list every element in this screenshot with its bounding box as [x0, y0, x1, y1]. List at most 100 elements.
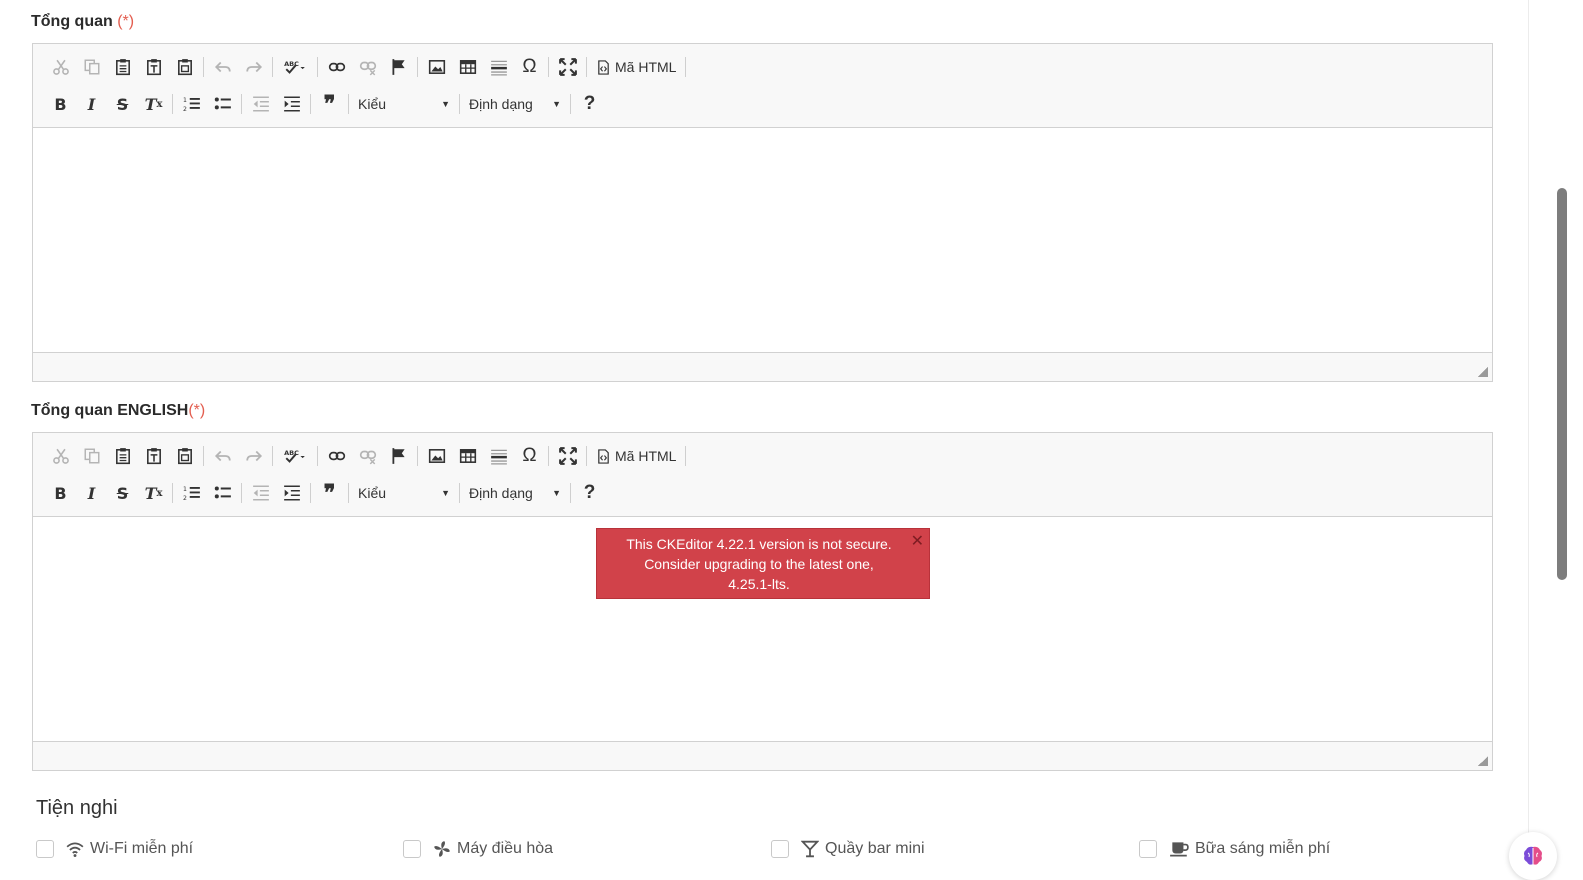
overview-label: Tổng quan (*): [31, 13, 134, 31]
indent-icon[interactable]: [276, 480, 307, 506]
help-icon[interactable]: ?: [574, 91, 605, 117]
italic-icon[interactable]: I: [76, 91, 107, 117]
paste-text-icon[interactable]: [138, 443, 169, 469]
unlink-icon[interactable]: [352, 54, 383, 80]
cut-icon[interactable]: [45, 54, 76, 80]
svg-text:2: 2: [183, 495, 187, 502]
remove-format-icon[interactable]: Tx: [138, 91, 169, 117]
paste-word-icon[interactable]: [169, 443, 200, 469]
overview-label-text: Tổng quan: [31, 13, 113, 30]
toolbar-separator: [241, 483, 242, 503]
format-label: Định dạng: [469, 485, 533, 501]
spellcheck-icon[interactable]: ABC: [276, 443, 314, 469]
anchor-flag-icon[interactable]: [383, 443, 414, 469]
format-dropdown[interactable]: Định dạng ▼: [463, 91, 567, 117]
amenity-checkbox[interactable]: [403, 840, 421, 858]
toolbar-separator: [241, 94, 242, 114]
horizontal-rule-icon[interactable]: [483, 443, 514, 469]
toolbar-separator: [172, 483, 173, 503]
image-icon[interactable]: [421, 443, 452, 469]
source-icon: [598, 59, 609, 75]
maximize-icon[interactable]: [552, 54, 583, 80]
coffee-icon: [1170, 842, 1189, 857]
table-icon[interactable]: [452, 54, 483, 80]
toolbar-separator: [317, 57, 318, 77]
amenity-label: Wi-Fi miễn phí: [90, 840, 194, 857]
amenity-mini-bar[interactable]: Quầy bar mini: [771, 840, 925, 858]
link-icon[interactable]: [321, 54, 352, 80]
source-button[interactable]: Mã HTML: [590, 443, 682, 469]
image-icon[interactable]: [421, 54, 452, 80]
amenity-free-breakfast[interactable]: Bữa sáng miễn phí: [1139, 840, 1330, 858]
amenity-checkbox[interactable]: [1139, 840, 1157, 858]
numbered-list-icon[interactable]: 12: [176, 91, 207, 117]
maximize-icon[interactable]: [552, 443, 583, 469]
styles-label: Kiểu: [358, 485, 387, 501]
italic-icon[interactable]: I: [76, 480, 107, 506]
source-button[interactable]: Mã HTML: [590, 54, 682, 80]
horizontal-rule-icon[interactable]: [483, 54, 514, 80]
toolbar-separator: [570, 483, 571, 503]
amenity-air-conditioner[interactable]: Máy điều hòa: [403, 840, 553, 858]
bold-icon[interactable]: B: [45, 91, 76, 117]
blockquote-icon[interactable]: ❞: [314, 91, 345, 117]
paste-icon[interactable]: [107, 443, 138, 469]
redo-icon[interactable]: [238, 443, 269, 469]
wifi-icon: [66, 842, 84, 857]
anchor-flag-icon[interactable]: [383, 54, 414, 80]
help-icon[interactable]: ?: [574, 480, 605, 506]
toolbar-separator: [548, 446, 549, 466]
chevron-down-icon: ▼: [552, 99, 561, 109]
toolbar-separator: [548, 57, 549, 77]
paste-icon[interactable]: [107, 54, 138, 80]
special-char-icon[interactable]: Ω: [514, 54, 545, 80]
undo-icon[interactable]: [207, 443, 238, 469]
source-icon: [598, 448, 609, 464]
strikethrough-icon[interactable]: S: [107, 91, 138, 117]
styles-dropdown[interactable]: Kiểu ▼: [352, 91, 456, 117]
resize-handle-icon[interactable]: [1478, 367, 1488, 377]
special-char-icon[interactable]: Ω: [514, 443, 545, 469]
toolbar-separator: [417, 57, 418, 77]
toolbar-row-2: B I S Tx 12 ❞ Kiểu ▼ Định dạng ▼ ?: [45, 478, 605, 508]
blockquote-icon[interactable]: ❞: [314, 480, 345, 506]
unlink-icon[interactable]: [352, 443, 383, 469]
indent-icon[interactable]: [276, 91, 307, 117]
amenity-checkbox[interactable]: [36, 840, 54, 858]
toolbar-separator: [685, 446, 687, 466]
assistant-launcher-button[interactable]: [1509, 832, 1557, 880]
outdent-icon[interactable]: [245, 480, 276, 506]
strikethrough-icon[interactable]: S: [107, 480, 138, 506]
resize-handle-icon[interactable]: [1478, 756, 1488, 766]
overview-english-editor-content[interactable]: This CKEditor 4.22.1 version is not secu…: [33, 517, 1492, 741]
redo-icon[interactable]: [238, 54, 269, 80]
link-icon[interactable]: [321, 443, 352, 469]
styles-dropdown[interactable]: Kiểu ▼: [352, 480, 456, 506]
amenity-checkbox[interactable]: [771, 840, 789, 858]
toolbar-separator: [685, 57, 687, 77]
scrollbar-track[interactable]: [1528, 0, 1583, 877]
copy-icon[interactable]: [76, 54, 107, 80]
overview-editor-content[interactable]: [33, 128, 1492, 352]
numbered-list-icon[interactable]: 12: [176, 480, 207, 506]
toolbar-separator: [459, 483, 460, 503]
paste-word-icon[interactable]: [169, 54, 200, 80]
spellcheck-icon[interactable]: ABC: [276, 54, 314, 80]
amenity-free-wifi[interactable]: Wi-Fi miễn phí: [36, 840, 193, 858]
bold-icon[interactable]: B: [45, 480, 76, 506]
scrollbar-thumb[interactable]: [1557, 188, 1567, 580]
toolbar-separator: [348, 483, 349, 503]
table-icon[interactable]: [452, 443, 483, 469]
remove-format-icon[interactable]: Tx: [138, 480, 169, 506]
copy-icon[interactable]: [76, 443, 107, 469]
undo-icon[interactable]: [207, 54, 238, 80]
bulleted-list-icon[interactable]: [207, 480, 238, 506]
bulleted-list-icon[interactable]: [207, 91, 238, 117]
toolbar-separator: [310, 94, 311, 114]
editor-toolbar: ABC Ω Mã HTML B I S Tx 1 2 ❞ Kiểu ▼ Định…: [33, 433, 1492, 517]
outdent-icon[interactable]: [245, 91, 276, 117]
paste-text-icon[interactable]: [138, 54, 169, 80]
close-icon[interactable]: ✕: [911, 532, 924, 552]
format-dropdown[interactable]: Định dạng ▼: [463, 480, 567, 506]
cut-icon[interactable]: [45, 443, 76, 469]
